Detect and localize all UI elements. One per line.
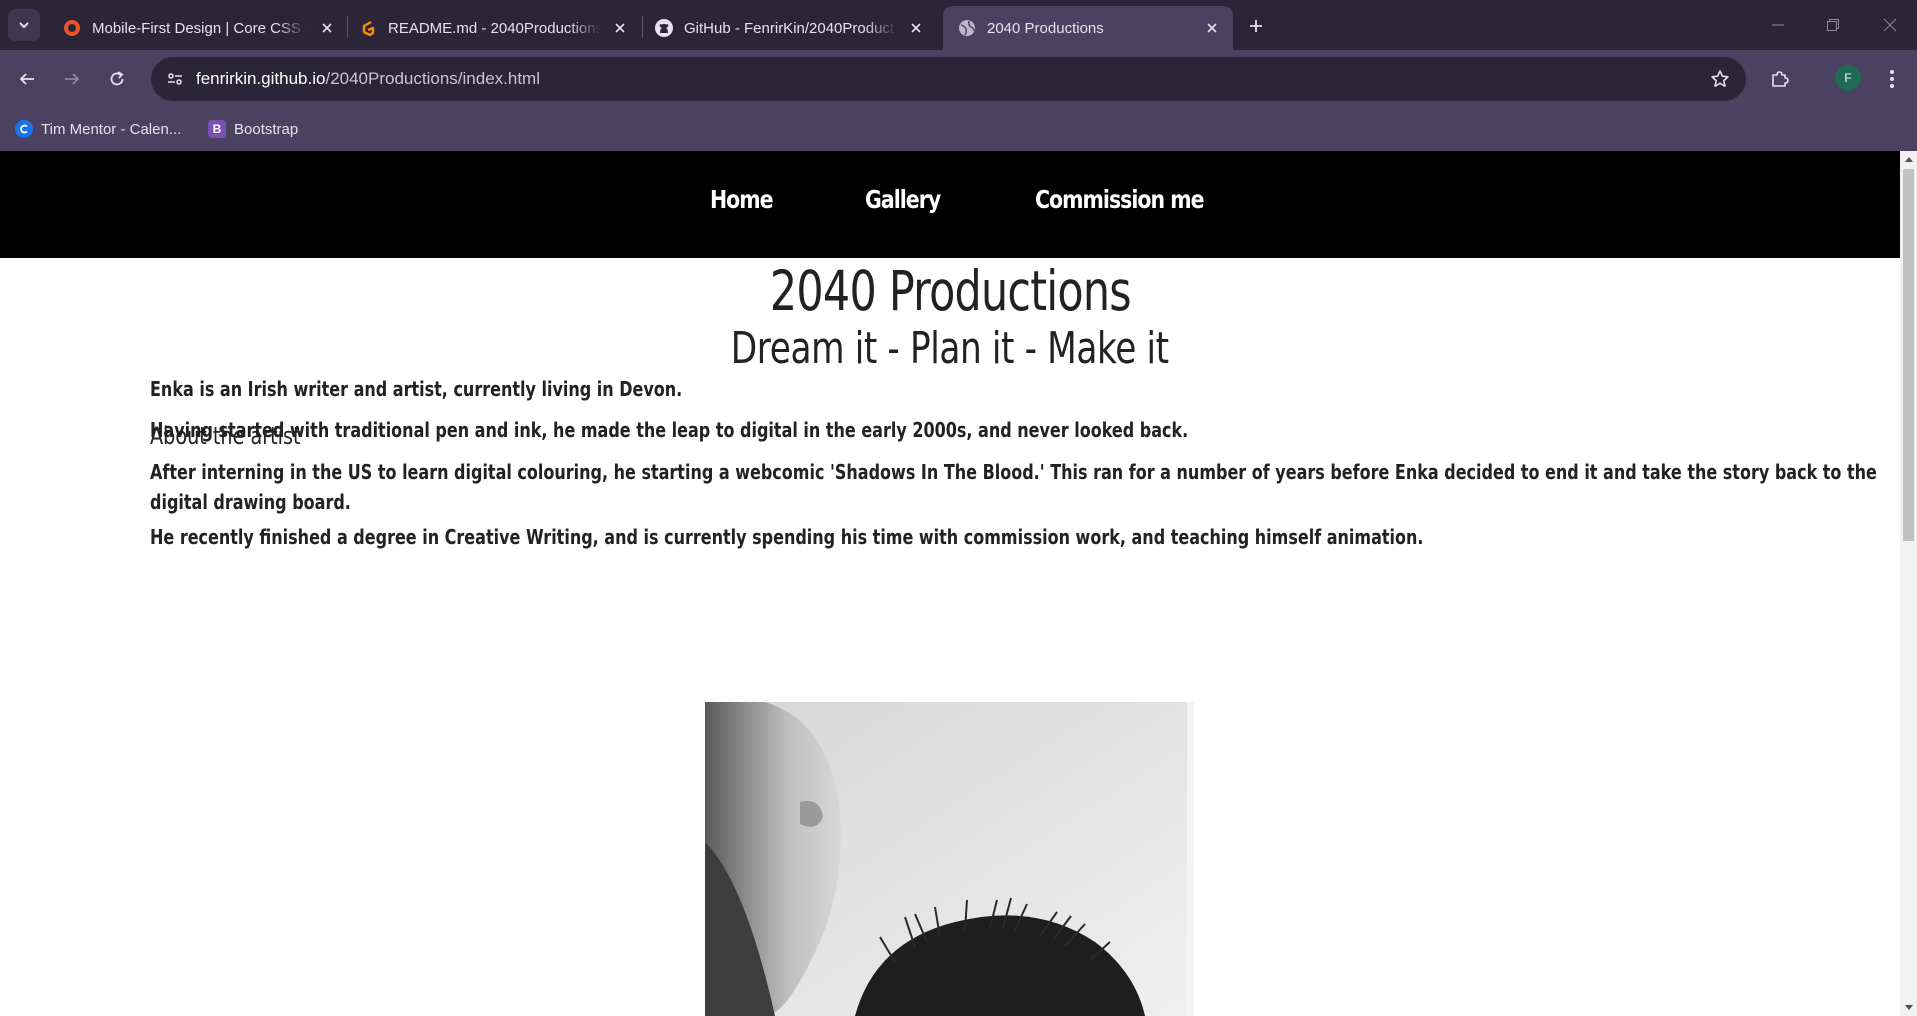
tab-title: GitHub - FenrirKin/2040Product [684,19,895,37]
site-navbar: Home Gallery Commission me [0,151,1900,258]
calendly-icon [15,120,33,138]
arrow-left-icon [19,73,34,85]
bootstrap-icon: B [208,120,226,138]
bookmarks-bar: Tim Mentor - Calen... B Bootstrap [0,108,1917,151]
globe-icon [957,18,977,38]
page-title: 2040 Productions [0,259,1900,323]
page-tagline-text: Dream it - Plan it - Make it [731,323,1169,374]
artist-photo-image [705,702,1194,1016]
minimize-button[interactable] [1758,10,1798,40]
puzzle-icon [1772,71,1789,87]
tab-readme[interactable]: README.md - 2040Productions - Gi [344,6,641,50]
page-tagline: Dream it - Plan it - Make it [0,323,1900,374]
site-info-icon[interactable] [163,67,187,91]
tab-github[interactable]: GitHub - FenrirKin/2040Product [640,6,937,50]
forward-button[interactable] [56,63,88,95]
more-vertical-icon [1890,70,1894,88]
bookmark-star-icon[interactable] [1708,67,1732,91]
url-host: fenrirkin.github.io [196,69,326,88]
restore-button[interactable] [1813,10,1853,40]
window-close-button[interactable] [1870,10,1910,40]
profile-avatar[interactable]: F [1835,65,1861,91]
scroll-up-icon[interactable] [1900,151,1917,167]
bookmark-bootstrap[interactable]: B Bootstrap [208,116,298,142]
page-scrollbar[interactable] [1900,151,1917,1016]
bookmark-tim-mentor[interactable]: Tim Mentor - Calen... [15,116,181,142]
new-tab-button[interactable] [1242,12,1270,40]
about-paragraph-4: He recently finished a degree in Creativ… [150,525,1424,549]
tab-strip: Mobile-First Design | Core CSS & README.… [0,0,1917,50]
restore-icon [1827,19,1839,31]
close-icon [1883,18,1897,32]
bookmark-label: Tim Mentor - Calen... [41,120,182,138]
menu-button[interactable] [1876,63,1908,95]
minimize-icon [1772,24,1784,26]
tab-2040-productions[interactable]: 2040 Productions [943,6,1233,50]
scroll-down-icon[interactable] [1900,1000,1917,1016]
chevron-down-icon [19,22,29,29]
plus-icon [1250,20,1262,32]
url-path: /2040Productions/index.html [325,69,540,88]
code-institute-icon [62,18,82,38]
nav-commission-link[interactable]: Commission me [1035,185,1205,214]
back-button[interactable] [11,63,43,95]
reload-button[interactable] [101,63,133,95]
about-paragraph-3: After interning in the US to learn digit… [150,460,1877,484]
close-icon[interactable] [905,17,927,39]
reload-icon [110,71,124,86]
about-paragraph-1: Enka is an Irish writer and artist, curr… [150,377,683,401]
url-text: fenrirkin.github.io/2040Productions/inde… [196,69,540,89]
about-paragraph-3-cont: digital drawing board. [150,490,351,514]
close-icon[interactable] [316,17,338,39]
nav-home-link[interactable]: Home [710,185,774,214]
address-bar[interactable]: fenrirkin.github.io/2040Productions/inde… [151,57,1746,101]
scroll-thumb[interactable] [1903,169,1914,541]
browser-toolbar: fenrirkin.github.io/2040Productions/inde… [0,50,1917,108]
nav-gallery-link[interactable]: Gallery [865,185,941,214]
close-icon[interactable] [609,17,631,39]
arrow-right-icon [65,73,80,85]
github-icon [654,18,674,38]
tab-title: README.md - 2040Productions - Gi [388,19,601,37]
tab-title: Mobile-First Design | Core CSS & [92,19,308,37]
tab-search-button[interactable] [8,9,40,41]
gitpod-icon [358,18,378,38]
artist-photo [705,702,1194,1016]
bookmark-label: Bootstrap [234,120,299,138]
tab-mobile-first-design[interactable]: Mobile-First Design | Core CSS & [48,6,348,50]
extensions-button[interactable] [1764,63,1796,95]
tab-title: 2040 Productions [987,19,1104,37]
close-icon[interactable] [1201,17,1223,39]
page-title-text: 2040 Productions [769,259,1132,323]
page-viewport: Home Gallery Commission me 2040 Producti… [0,151,1900,1016]
about-paragraph-2: Having started with traditional pen and … [150,418,1189,442]
